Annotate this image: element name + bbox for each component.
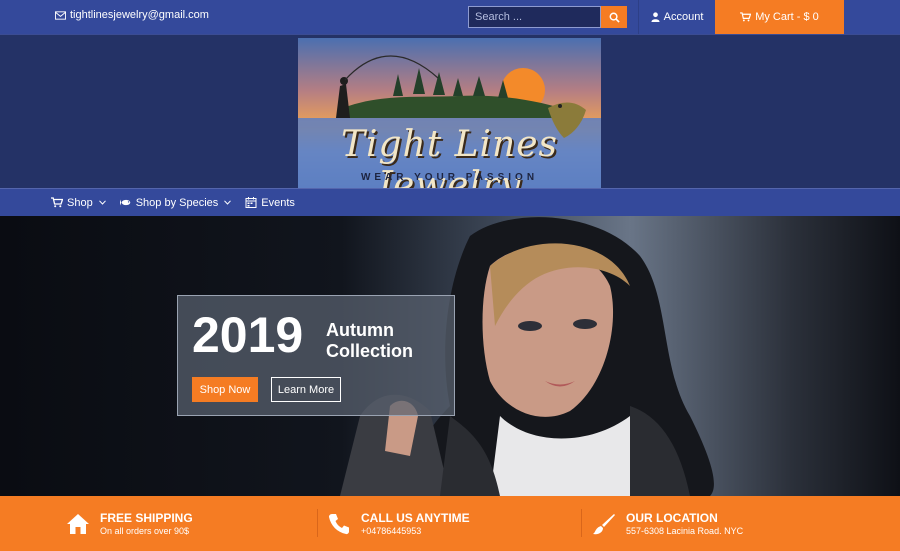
cart-label: My Cart - $ 0 [755, 11, 819, 23]
feature-divider [317, 509, 318, 537]
logo-band: Tight Lines Jewelry WEAR YOUR PASSION [0, 34, 900, 189]
search-button[interactable] [601, 6, 627, 28]
hero-promo-box: 2019 Autumn Collection Shop Now Learn Mo… [177, 295, 455, 416]
hero-collection-title: Autumn Collection [326, 320, 414, 361]
hero-banner: 2019 Autumn Collection Shop Now Learn Mo… [0, 216, 900, 496]
top-bar: tightlinesjewelry@gmail.com Account My C… [0, 0, 900, 34]
feature-subtitle: +04786445953 [361, 525, 422, 536]
fish-icon [119, 199, 130, 206]
contact-email-text: tightlinesjewelry@gmail.com [70, 9, 209, 21]
home-icon [67, 513, 89, 534]
brush-icon [593, 513, 615, 534]
nav-item-label: Events [261, 196, 295, 209]
site-logo[interactable]: Tight Lines Jewelry WEAR YOUR PASSION [298, 38, 601, 189]
chevron-down-icon [224, 200, 232, 205]
contact-email[interactable]: tightlinesjewelry@gmail.com [55, 9, 209, 21]
phone-icon [328, 513, 349, 534]
feature-free-shipping: FREE SHIPPING On all orders over 90$ [66, 496, 193, 551]
feature-subtitle: On all orders over 90$ [100, 525, 190, 536]
feature-title: OUR LOCATION [626, 510, 718, 525]
nav-item-shop-by-species[interactable]: Shop by Species [119, 196, 232, 209]
account-link[interactable]: Account [638, 0, 715, 34]
feature-location: OUR LOCATION 557-6308 Lacinia Road. NYC [592, 496, 743, 551]
cart-icon [51, 197, 63, 208]
calendar-icon [245, 197, 257, 208]
logo-tagline: WEAR YOUR PASSION [360, 172, 539, 183]
learn-more-button[interactable]: Learn More [271, 377, 341, 402]
shop-now-button[interactable]: Shop Now [192, 377, 258, 402]
nav-item-shop[interactable]: Shop [51, 197, 106, 209]
nav-item-events[interactable]: Events [245, 197, 295, 209]
cart-link[interactable]: My Cart - $ 0 [715, 0, 844, 34]
features-bar: FREE SHIPPING On all orders over 90$ CAL… [0, 496, 900, 551]
feature-call-us: CALL US ANYTIME +04786445953 [327, 496, 470, 551]
feature-title: CALL US ANYTIME [361, 510, 470, 525]
nav-item-label: Shop [67, 196, 93, 209]
user-icon [651, 12, 660, 22]
envelope-icon [55, 10, 66, 20]
feature-title: FREE SHIPPING [100, 510, 193, 525]
search-icon [609, 12, 620, 23]
search-form [468, 6, 628, 28]
account-label: Account [663, 11, 704, 23]
main-nav: Shop Shop by Species Events [0, 188, 900, 216]
feature-subtitle: 557-6308 Lacinia Road. NYC [626, 525, 744, 536]
chevron-down-icon [98, 200, 106, 205]
search-input[interactable] [468, 6, 601, 28]
nav-item-label: Shop by Species [135, 196, 219, 209]
hero-year: 2019 [192, 307, 304, 363]
cart-icon [740, 12, 752, 22]
feature-divider [581, 509, 582, 537]
